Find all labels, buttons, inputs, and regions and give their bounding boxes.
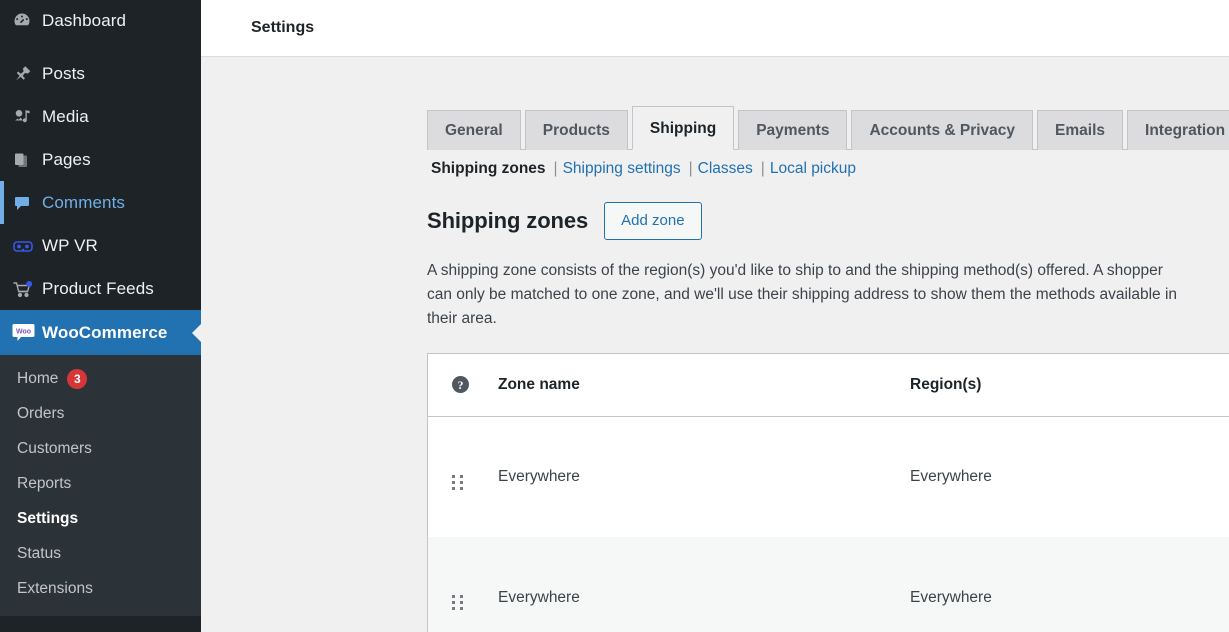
submenu-item-orders[interactable]: Orders <box>0 396 201 431</box>
sidebar-item-posts[interactable]: Posts <box>0 52 201 95</box>
sidebar-item-comments[interactable]: Comments <box>0 181 201 224</box>
sidebar-item-label: Comments <box>42 192 125 212</box>
table-header-row: ? Zone name Region(s) <box>428 353 1229 417</box>
sidebar-item-label: Pages <box>42 149 91 169</box>
subnav-separator: | <box>553 160 558 178</box>
tab-label: Emails <box>1055 122 1106 139</box>
page-header: Settings <box>201 0 1229 57</box>
submenu-item-status[interactable]: Status <box>0 536 201 571</box>
main-area: Settings General Products Shipping Payme… <box>201 0 1229 632</box>
drag-handle-icon[interactable] <box>452 474 463 490</box>
shipping-zones-description: A shipping zone consists of the region(s… <box>427 261 1178 327</box>
shipping-zones-heading: Shipping zones <box>427 208 589 234</box>
submenu-item-settings[interactable]: Settings <box>0 501 201 536</box>
shipping-zones-table-card: ? Zone name Region(s) Everywhere Everywh… <box>427 352 1229 632</box>
admin-sidebar: Dashboard Posts Media Pages Comments WP … <box>0 0 201 632</box>
sidebar-item-label: Media <box>42 106 89 126</box>
tab-label: Shipping <box>649 120 717 137</box>
woocommerce-submenu: Home 3 Orders Customers Reports Settings… <box>0 355 201 616</box>
tab-label: Products <box>542 122 610 139</box>
home-count-badge: 3 <box>67 368 88 389</box>
page-title: Settings <box>251 19 315 36</box>
sidebar-item-label: WP VR <box>42 235 98 255</box>
submenu-item-reports[interactable]: Reports <box>0 466 201 501</box>
sidebar-item-label: WooCommerce <box>42 322 168 342</box>
comment-bubble-icon <box>12 193 42 213</box>
settings-content: General Products Shipping Payments Accou… <box>201 57 1229 632</box>
svg-text:Woo: Woo <box>16 328 31 335</box>
tab-label: Integration <box>1145 122 1226 139</box>
sidebar-item-media[interactable]: Media <box>0 95 201 138</box>
column-header-regions: Region(s) <box>910 353 1229 417</box>
sidebar-item-label: Dashboard <box>42 11 127 30</box>
table-body: Everywhere Everywhere Everywhere Everywh… <box>428 416 1229 632</box>
submenu-item-label: Customers <box>17 439 92 457</box>
tab-products[interactable]: Products <box>524 110 628 151</box>
shopping-cart-icon <box>12 279 42 299</box>
sidebar-item-wp-vr[interactable]: WP VR <box>0 224 201 267</box>
woocommerce-icon: Woo <box>12 322 42 344</box>
subnav-link-shipping-settings[interactable]: Shipping settings <box>563 160 681 178</box>
row-drag-cell <box>428 416 498 537</box>
help-icon[interactable]: ? <box>452 376 469 394</box>
sidebar-item-pages[interactable]: Pages <box>0 138 201 181</box>
add-zone-button[interactable]: Add zone <box>604 202 702 240</box>
tab-integration[interactable]: Integration <box>1127 110 1229 151</box>
sidebar-item-dashboard[interactable]: Dashboard <box>0 0 201 42</box>
cell-zone-name[interactable]: Everywhere <box>498 537 910 632</box>
subnav-link-local-pickup[interactable]: Local pickup <box>770 160 856 178</box>
settings-tabs-wrap: General Products Shipping Payments Accou… <box>201 57 1229 151</box>
cell-regions: Everywhere <box>910 468 992 486</box>
subnav-link-classes[interactable]: Classes <box>698 160 753 178</box>
column-header-zone-name: Zone name <box>498 353 910 417</box>
submenu-item-label: Orders <box>17 404 65 422</box>
shipping-subnav: Shipping zones | Shipping settings | Cla… <box>201 150 1229 178</box>
table-row[interactable]: Everywhere Everywhere <box>428 416 1229 537</box>
row-drag-cell <box>428 537 498 632</box>
admin-screen: Dashboard Posts Media Pages Comments WP … <box>0 0 1229 632</box>
pin-icon <box>12 64 42 84</box>
sidebar-item-label: Product Feeds <box>42 278 154 298</box>
shipping-zones-header: Shipping zones Add zone <box>201 178 1229 240</box>
tab-label: Payments <box>756 122 830 139</box>
tab-shipping[interactable]: Shipping <box>631 106 735 151</box>
tab-accounts-privacy[interactable]: Accounts & Privacy <box>851 110 1034 151</box>
table-row[interactable]: Everywhere Everywhere <box>428 537 1229 632</box>
pages-icon <box>12 150 42 170</box>
table-head: ? Zone name Region(s) <box>428 353 1229 417</box>
tab-payments[interactable]: Payments <box>738 110 848 151</box>
dashboard-gauge-icon <box>12 11 42 31</box>
subnav-separator: | <box>760 160 765 178</box>
sidebar-item-woocommerce[interactable]: Woo WooCommerce <box>0 310 201 355</box>
cell-zone-name[interactable]: Everywhere <box>498 416 910 537</box>
subnav-current-shipping-zones: Shipping zones <box>431 160 546 178</box>
submenu-item-label: Settings <box>17 509 79 527</box>
tab-general[interactable]: General <box>427 110 521 151</box>
shipping-zones-table: ? Zone name Region(s) Everywhere Everywh… <box>428 353 1229 632</box>
submenu-item-customers[interactable]: Customers <box>0 431 201 466</box>
settings-tabs: General Products Shipping Payments Accou… <box>427 106 1229 151</box>
submenu-item-label: Reports <box>17 474 72 492</box>
column-header-handle: ? <box>428 353 498 417</box>
submenu-item-label: Status <box>17 544 61 562</box>
tab-label: Accounts & Privacy <box>869 122 1016 139</box>
submenu-item-extensions[interactable]: Extensions <box>0 571 201 606</box>
vr-goggles-icon <box>12 236 42 256</box>
tab-emails[interactable]: Emails <box>1037 110 1124 151</box>
tab-label: General <box>445 122 503 139</box>
media-icon <box>12 107 42 127</box>
submenu-item-label: Home <box>17 369 59 387</box>
subnav-separator: | <box>688 160 693 178</box>
sidebar-item-label: Posts <box>42 63 86 83</box>
sidebar-item-product-feeds[interactable]: Product Feeds <box>0 267 201 310</box>
submenu-item-label: Extensions <box>17 579 93 597</box>
drag-handle-icon[interactable] <box>452 595 463 611</box>
submenu-item-home[interactable]: Home 3 <box>0 361 201 396</box>
cell-regions: Everywhere <box>910 537 1229 632</box>
